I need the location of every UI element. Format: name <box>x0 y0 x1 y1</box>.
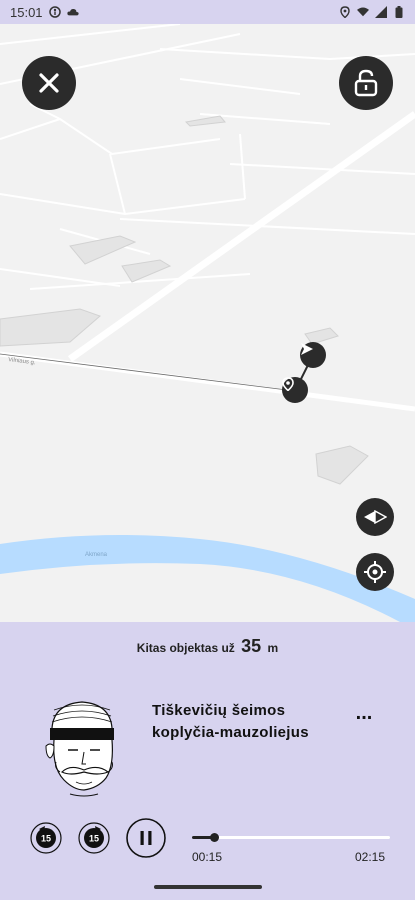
audio-player-panel: Kitas objektas už 35 m Tiškevičių šeimos… <box>0 622 415 900</box>
navigation-arrow-icon <box>301 343 313 355</box>
rewind-15-label: 15 <box>41 834 51 844</box>
rewind-15-button[interactable]: 15 <box>30 822 62 854</box>
total-time: 02:15 <box>355 850 386 864</box>
next-object-label: Kitas objektas už <box>136 641 235 655</box>
forward-15-button[interactable]: 15 <box>78 822 110 854</box>
location-icon <box>340 6 350 18</box>
close-button[interactable] <box>22 56 76 110</box>
progress-knob[interactable] <box>210 833 219 842</box>
map-view[interactable]: Vilniaus g. Akmena <box>0 24 415 622</box>
progress-slider[interactable] <box>192 833 390 842</box>
user-location-marker[interactable] <box>282 377 308 403</box>
status-left: 15:01 <box>10 5 79 20</box>
signal-icon <box>375 6 387 18</box>
gesture-nav-bar[interactable] <box>154 885 262 889</box>
locate-me-button[interactable] <box>356 553 394 591</box>
crosshair-icon <box>364 561 386 583</box>
next-object-distance: 35 <box>241 636 262 656</box>
accessibility-icon <box>48 6 61 18</box>
location-pin-icon <box>282 377 294 391</box>
map-canvas: Vilniaus g. Akmena <box>0 24 415 622</box>
track-title: Tiškevičių šeimos koplyčia-mauzoliejus <box>152 702 309 741</box>
unlock-button[interactable] <box>339 56 393 110</box>
current-time: 00:15 <box>192 850 223 864</box>
forward-15-label: 15 <box>89 834 99 844</box>
wifi-icon <box>357 7 369 17</box>
river-label: Akmena <box>85 552 108 558</box>
cloud-icon <box>66 8 79 16</box>
pause-button[interactable] <box>126 818 166 858</box>
more-options-button[interactable]: ... <box>352 703 376 724</box>
clock: 15:01 <box>10 4 43 20</box>
battery-icon <box>395 6 403 18</box>
next-object-unit: m <box>267 641 279 655</box>
status-right <box>339 6 405 18</box>
compass-button[interactable] <box>356 498 394 536</box>
guide-portrait <box>45 701 114 797</box>
unlock-icon <box>354 69 378 97</box>
pause-icon <box>140 831 144 845</box>
close-icon <box>39 73 59 93</box>
next-object-info: Kitas objektas už 35 m <box>0 636 415 657</box>
status-bar: 15:01 <box>0 0 415 24</box>
next-object-marker[interactable] <box>300 342 326 368</box>
compass-icon <box>364 510 387 524</box>
